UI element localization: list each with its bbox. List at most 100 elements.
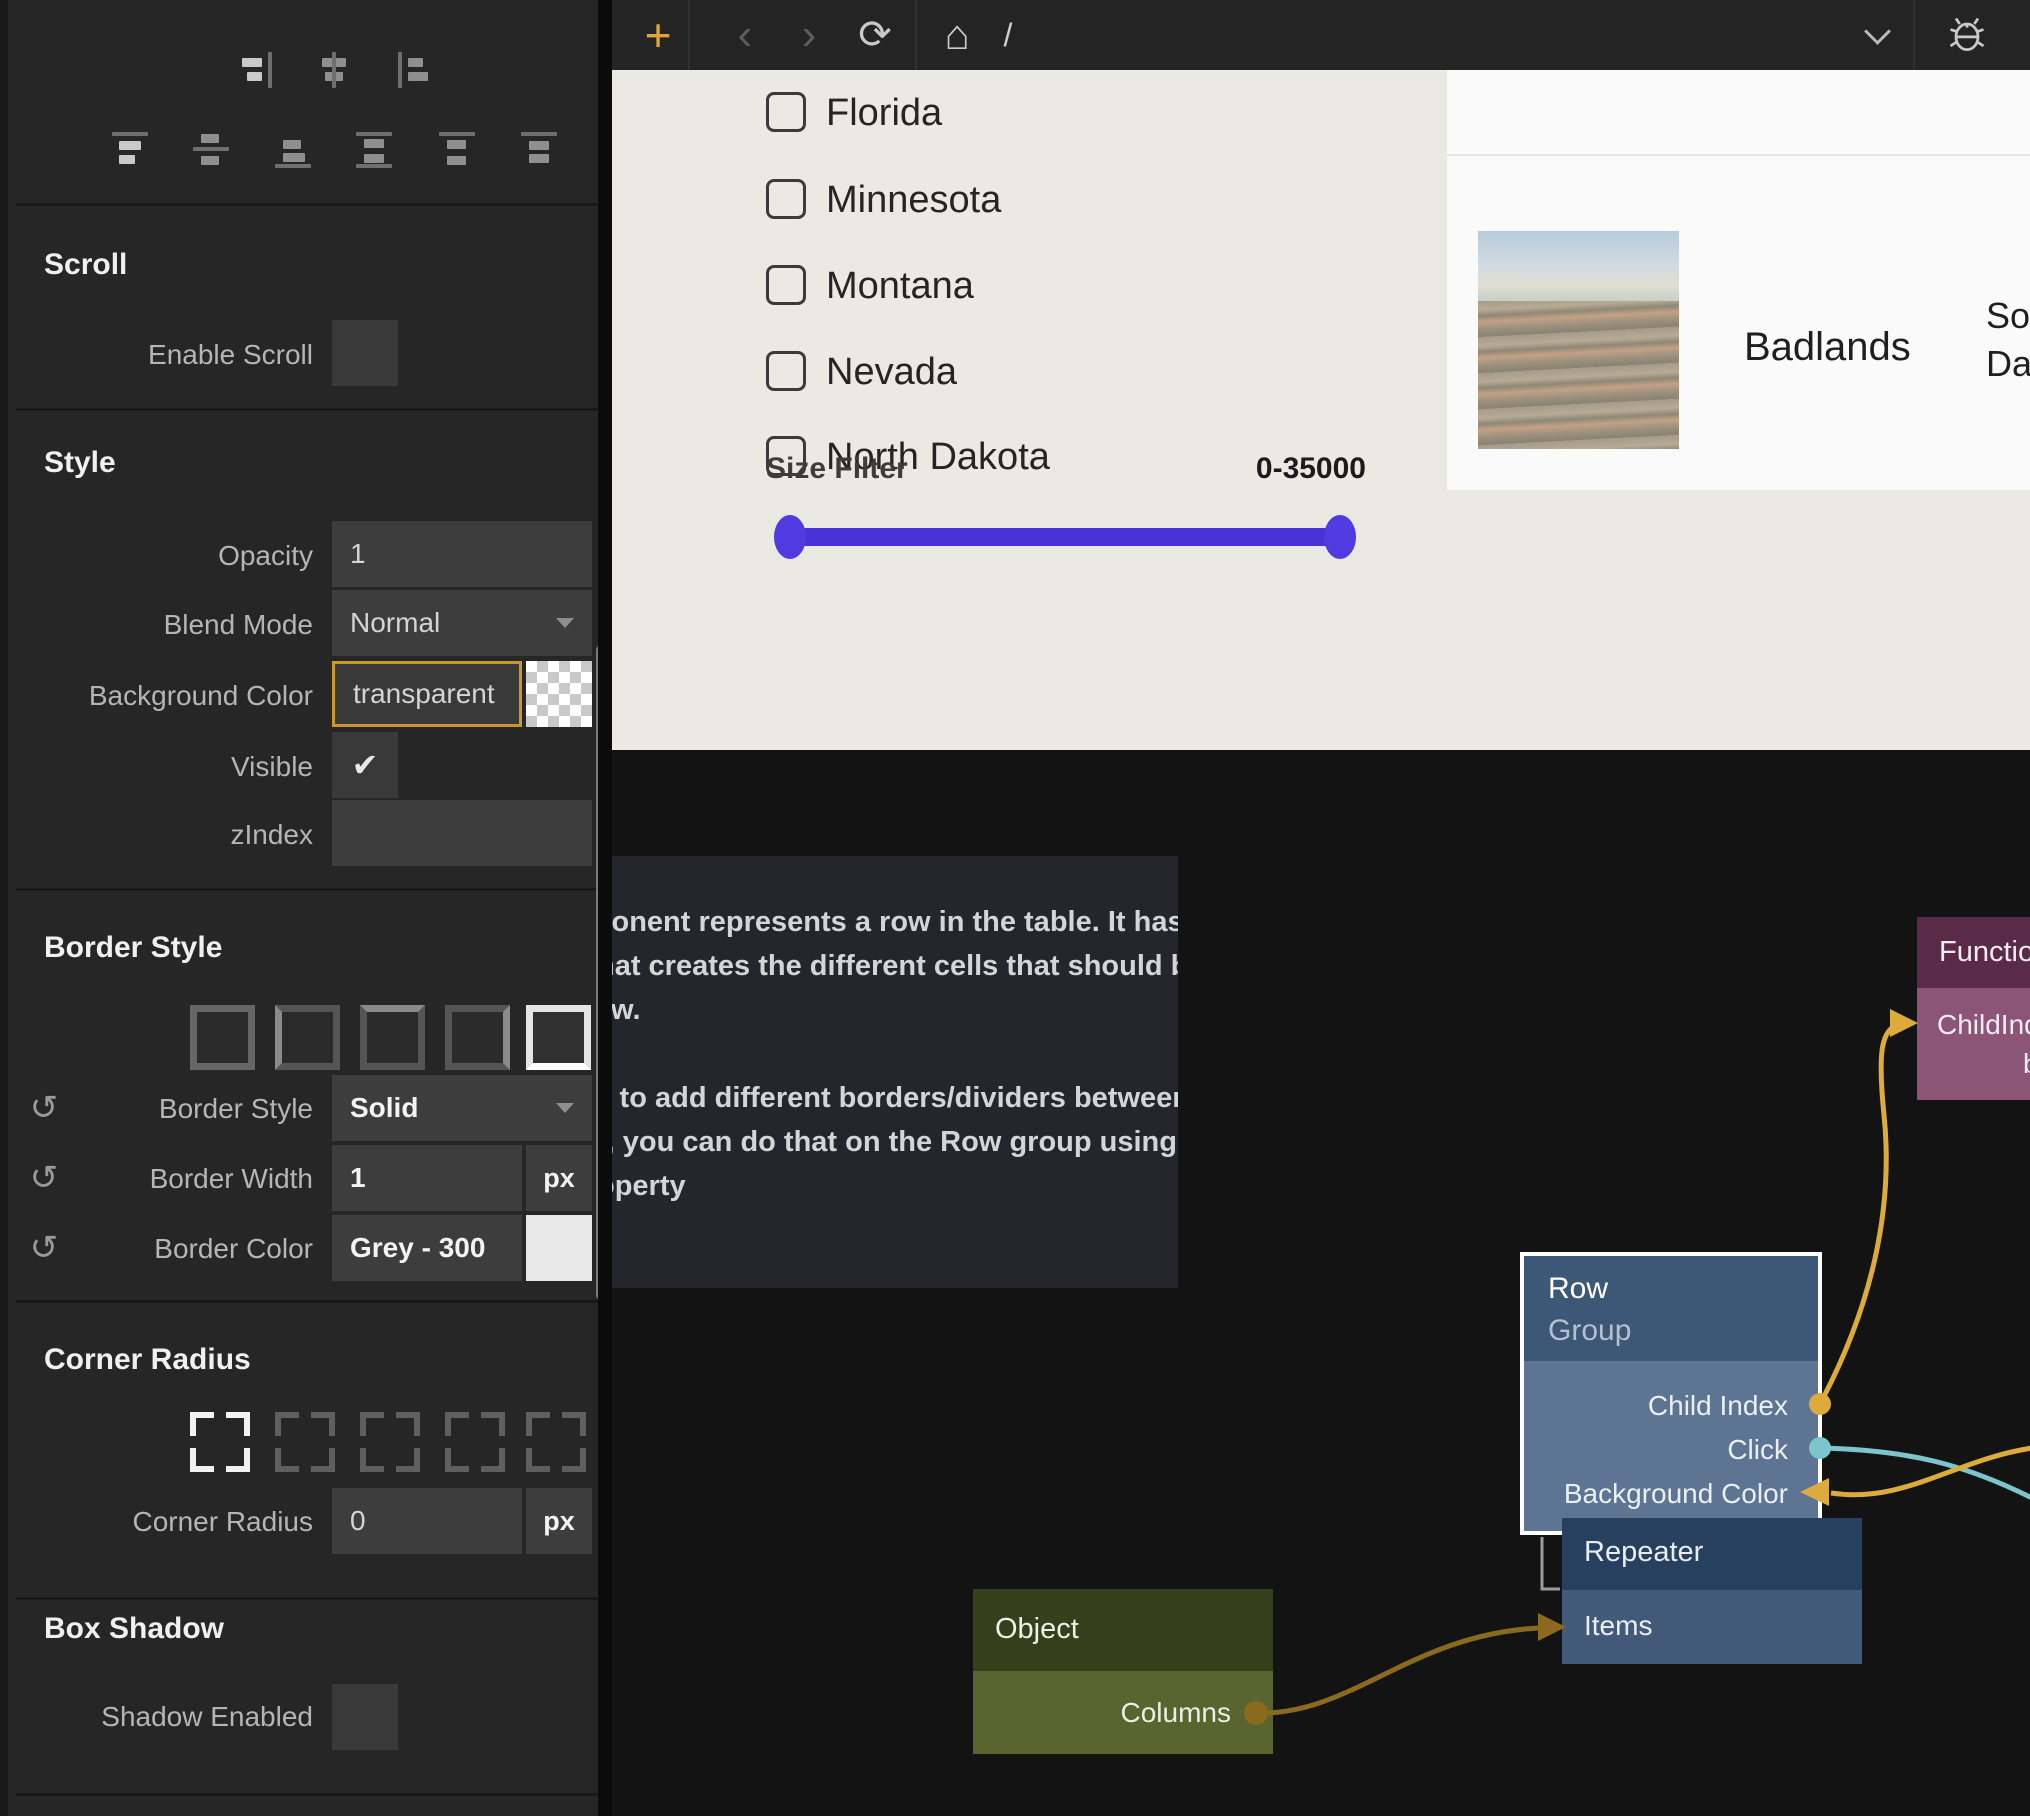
scroll-section-title: Scroll xyxy=(44,248,127,282)
state-label: Nevada xyxy=(826,351,957,394)
forward-icon[interactable]: › xyxy=(784,0,834,70)
border-width-unit[interactable]: px xyxy=(526,1145,592,1211)
size-filter-range-value: 0-35000 xyxy=(1166,452,1366,486)
check-icon: ✔ xyxy=(352,746,379,784)
background-color-input[interactable]: transparent xyxy=(332,661,522,727)
card-location-line2: Dakota xyxy=(1986,340,2030,388)
properties-sidebar: Scroll Enable Scroll Style Opacity 1 Ble… xyxy=(0,0,605,1816)
wire-childindex xyxy=(1820,1024,1897,1404)
result-card[interactable]: Badlands South Dakota xyxy=(1447,70,2030,490)
border-style-value: Solid xyxy=(350,1092,418,1124)
enable-scroll-label: Enable Scroll xyxy=(8,339,313,371)
connector-dot-columns[interactable] xyxy=(1244,1701,1268,1725)
border-color-swatch[interactable] xyxy=(526,1215,592,1281)
section-divider xyxy=(16,1300,606,1303)
corner-bottom-left-button[interactable] xyxy=(445,1412,505,1472)
visible-label: Visible xyxy=(8,751,313,783)
toolbar-separator xyxy=(688,0,690,70)
toolbar-separator xyxy=(1913,0,1915,70)
align-center-vertical-icon[interactable] xyxy=(193,132,229,168)
border-right-side-button[interactable] xyxy=(445,1005,510,1070)
visible-checkbox[interactable]: ✔ xyxy=(332,732,398,798)
border-width-input[interactable]: 1 xyxy=(332,1145,522,1211)
blend-mode-value: Normal xyxy=(350,607,440,639)
align-top-icon[interactable] xyxy=(112,132,148,168)
border-style-label: Border Style xyxy=(8,1093,313,1125)
background-color-swatch[interactable] xyxy=(526,661,592,727)
state-checkbox-montana[interactable] xyxy=(766,265,806,305)
chevron-down-icon xyxy=(556,618,574,628)
state-checkbox-nevada[interactable] xyxy=(766,351,806,391)
state-checkbox-florida[interactable] xyxy=(766,92,806,132)
wire-arrow-into-items xyxy=(1538,1613,1566,1641)
parent-child-link xyxy=(1542,1537,1560,1589)
state-label: Montana xyxy=(826,265,974,308)
section-divider xyxy=(16,203,606,206)
chevron-down-icon[interactable] xyxy=(1868,22,1887,41)
align-right-icon[interactable] xyxy=(236,52,272,88)
box-shadow-section-title: Box Shadow xyxy=(44,1612,224,1646)
connector-dot-click[interactable] xyxy=(1809,1437,1831,1459)
enable-scroll-checkbox[interactable] xyxy=(332,320,398,386)
slider-handle-max[interactable] xyxy=(1324,515,1356,559)
card-title: Badlands xyxy=(1744,325,1911,370)
border-width-label: Border Width xyxy=(8,1163,313,1195)
app-window: Scroll Enable Scroll Style Opacity 1 Ble… xyxy=(0,0,2030,1816)
opacity-label: Opacity xyxy=(8,540,313,572)
zindex-label: zIndex xyxy=(8,819,313,851)
opacity-input[interactable]: 1 xyxy=(332,521,592,587)
back-icon[interactable]: ‹ xyxy=(720,0,770,70)
zindex-input[interactable] xyxy=(332,800,592,866)
corner-top-left-button[interactable] xyxy=(275,1412,335,1472)
toolbar-separator xyxy=(915,0,917,70)
corner-bottom-right-button[interactable] xyxy=(526,1412,586,1472)
blend-mode-select[interactable]: Normal xyxy=(332,590,592,656)
border-top-side-button[interactable] xyxy=(360,1005,425,1070)
state-checkbox-minnesota[interactable] xyxy=(766,179,806,219)
distribute-vertical-icon[interactable] xyxy=(439,132,475,168)
stack-top-icon[interactable] xyxy=(521,132,557,168)
wire-background-color xyxy=(1831,1448,2030,1495)
corner-radius-input[interactable]: 0 xyxy=(332,1488,522,1554)
corner-radius-section-title: Corner Radius xyxy=(44,1343,251,1377)
blend-mode-label: Blend Mode xyxy=(8,609,313,641)
border-style-select[interactable]: Solid xyxy=(332,1075,592,1141)
state-label: Minnesota xyxy=(826,179,1001,222)
preview-toolbar: + ‹ › ⟳ ⌂ / xyxy=(612,0,2030,70)
align-left-icon[interactable] xyxy=(398,52,434,88)
shadow-enabled-checkbox[interactable] xyxy=(332,1684,398,1750)
add-button[interactable]: + xyxy=(630,0,686,70)
space-between-vertical-icon[interactable] xyxy=(356,132,392,168)
app-preview: Florida Minnesota Montana Nevada North D… xyxy=(612,70,2030,750)
align-center-horizontal-icon[interactable] xyxy=(316,52,352,88)
align-bottom-icon[interactable] xyxy=(275,132,311,168)
corner-radius-unit[interactable]: px xyxy=(526,1488,592,1554)
debug-bug-icon[interactable] xyxy=(1932,11,2002,59)
wire-columns-items xyxy=(1256,1628,1540,1713)
panel-divider xyxy=(598,0,612,1816)
border-left-side-button[interactable] xyxy=(275,1005,340,1070)
reload-icon[interactable]: ⟳ xyxy=(848,0,902,70)
home-icon[interactable]: ⌂ xyxy=(930,0,984,70)
badlands-image xyxy=(1478,231,1679,449)
corner-radius-label: Corner Radius xyxy=(8,1506,313,1538)
size-filter-slider-track[interactable] xyxy=(781,528,1353,546)
section-divider xyxy=(16,1793,606,1796)
background-color-label: Background Color xyxy=(8,680,313,712)
border-bottom-side-button[interactable] xyxy=(526,1005,591,1070)
corner-all-button[interactable] xyxy=(190,1412,250,1472)
card-location-line1: South xyxy=(1986,292,2030,340)
border-color-input[interactable]: Grey - 300 xyxy=(332,1215,522,1281)
corner-top-right-button[interactable] xyxy=(360,1412,420,1472)
shadow-enabled-label: Shadow Enabled xyxy=(8,1701,313,1733)
slider-handle-min[interactable] xyxy=(774,515,806,559)
connector-dot-child-index[interactable] xyxy=(1809,1393,1831,1415)
node-graph-editor[interactable]: mponent represents a row in the table. I… xyxy=(612,750,2030,1816)
border-all-sides-button[interactable] xyxy=(190,1005,255,1070)
size-filter-label: Size Filter xyxy=(766,452,908,486)
url-path[interactable]: / xyxy=(988,0,1028,70)
style-section-title: Style xyxy=(44,446,116,480)
state-label: Florida xyxy=(826,92,942,135)
wire-arrow-into-function xyxy=(1890,1009,1918,1037)
chevron-down-icon xyxy=(556,1103,574,1113)
